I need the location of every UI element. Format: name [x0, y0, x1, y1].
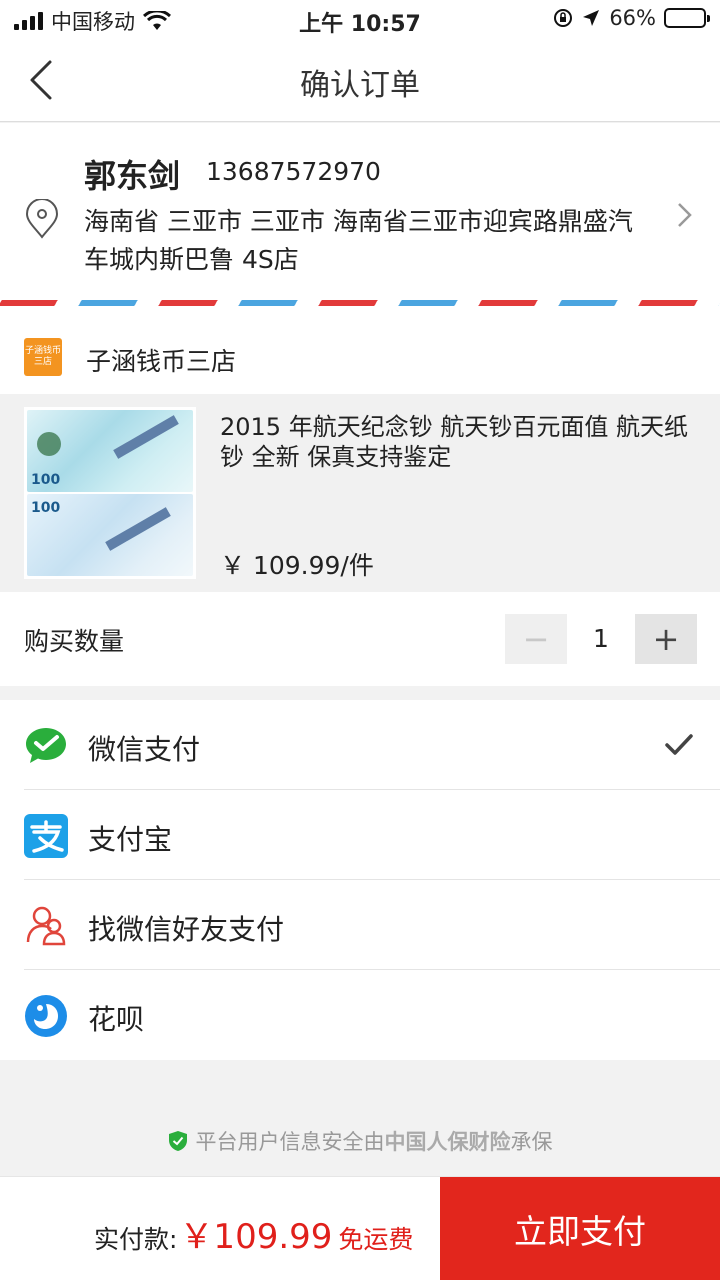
- total-summary: 实付款: ￥109.99 免运费: [94, 1209, 413, 1258]
- payment-option-wechat-friend[interactable]: 找微信好友支付: [0, 880, 720, 970]
- quantity-increase-button[interactable]: +: [635, 614, 697, 664]
- banknote-back: 100: [27, 494, 193, 576]
- orientation-lock-icon: [554, 9, 573, 27]
- notice-suffix: 承保: [510, 1130, 553, 1154]
- security-notice: 平台用户信息安全由中国人保财险承保: [0, 1126, 720, 1156]
- payment-option-huabei[interactable]: 花呗: [0, 970, 720, 1060]
- recipient-phone: 13687572970: [206, 157, 381, 186]
- page-title: 确认订单: [300, 68, 420, 103]
- product-price: ￥ 109.99/件: [220, 551, 374, 580]
- total-amount: ￥109.99: [179, 1217, 333, 1257]
- notice-insurer: 中国人保财险: [384, 1130, 511, 1154]
- address-detail: 海南省 三亚市 三亚市 海南省三亚市迎宾路鼎盛汽车城内斯巴鲁 4S店: [84, 207, 633, 274]
- alipay-icon: [24, 814, 68, 858]
- shop-header: 子涵钱币三店 子涵钱币三店: [0, 320, 720, 394]
- product-title: 2015 年航天纪念钞 航天钞百元面值 航天纸钞 全新 保真支持鉴定: [220, 413, 688, 471]
- quantity-value: 1: [593, 624, 609, 653]
- shield-check-icon: [168, 1131, 187, 1151]
- quantity-row: 购买数量 − 1 +: [0, 592, 720, 686]
- location-pin-icon: [25, 199, 59, 239]
- quantity-decrease-button[interactable]: −: [505, 614, 567, 664]
- shop-logo: 子涵钱币三店: [24, 338, 62, 376]
- notice-prefix: 平台用户信息安全由: [195, 1130, 385, 1154]
- payment-option-wechat[interactable]: 微信支付: [0, 700, 720, 790]
- checkmark-icon: [665, 734, 693, 755]
- shipping-label: 免运费: [338, 1225, 414, 1254]
- recipient-name: 郭东剑: [84, 157, 181, 195]
- checkout-bar: 实付款: ￥109.99 免运费 立即支付: [0, 1176, 720, 1280]
- location-arrow-icon: [583, 10, 600, 26]
- product-image: 100 100: [24, 407, 196, 579]
- wechat-friend-icon: [26, 906, 66, 946]
- banknote-front: 100: [27, 410, 193, 492]
- product-item[interactable]: 100 100 2015 年航天纪念钞 航天钞百元面值 航天纸钞 全新 保真支持…: [0, 394, 720, 592]
- payment-methods: 微信支付 支付宝 找微信好友支付 花呗: [0, 700, 720, 1060]
- payment-label: 找微信好友支付: [88, 913, 285, 946]
- airmail-border: [0, 300, 720, 306]
- nav-bar: 确认订单: [0, 40, 720, 122]
- battery-percent: 66%: [609, 6, 656, 30]
- payment-label: 支付宝: [88, 823, 173, 856]
- huabei-icon: [25, 995, 67, 1037]
- status-right: 66%: [553, 6, 710, 30]
- address-card[interactable]: 郭东剑 13687572970 海南省 三亚市 三亚市 海南省三亚市迎宾路鼎盛汽…: [0, 123, 720, 320]
- payment-label: 微信支付: [88, 733, 201, 766]
- status-bar: 中国移动 上午 10:57 66%: [0, 0, 720, 40]
- chevron-right-icon: [678, 203, 692, 227]
- total-label: 实付款:: [94, 1225, 178, 1254]
- quantity-label: 购买数量: [24, 627, 125, 656]
- wechat-pay-icon: [26, 728, 66, 763]
- payment-label: 花呗: [88, 1003, 145, 1036]
- payment-option-alipay[interactable]: 支付宝: [0, 790, 720, 880]
- pay-now-button[interactable]: 立即支付: [440, 1177, 720, 1280]
- battery-icon: [664, 8, 710, 28]
- shop-name: 子涵钱币三店: [86, 347, 237, 376]
